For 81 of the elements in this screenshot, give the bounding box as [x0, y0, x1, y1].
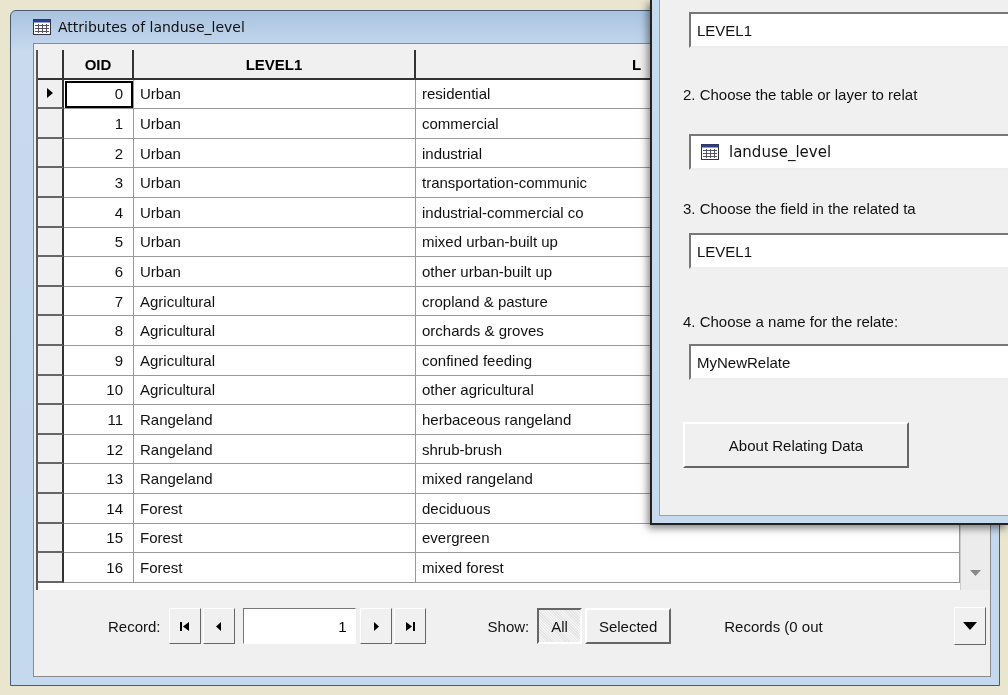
table-cell: Rangeland: [134, 405, 416, 435]
table-cell: 9: [64, 345, 134, 376]
row-selector[interactable]: [38, 138, 64, 169]
table-cell: Rangeland: [134, 464, 416, 494]
row-selector[interactable]: [38, 434, 64, 465]
table-cell: 0: [64, 79, 134, 110]
table-icon: [701, 144, 719, 160]
table-cell: 2: [64, 138, 134, 169]
row-selector[interactable]: [38, 286, 64, 317]
skip-to-end-icon: [403, 620, 416, 632]
previous-record-button[interactable]: [202, 608, 235, 644]
step-label: 2. Choose the table or layer to relat: [683, 86, 919, 103]
table-cell: Urban: [134, 138, 416, 169]
last-record-button[interactable]: [393, 608, 426, 644]
table-cell: Urban: [134, 197, 416, 228]
table-cell: 14: [64, 493, 134, 524]
table-cell: Rangeland: [134, 434, 416, 465]
row-selector[interactable]: [38, 375, 64, 406]
table-cell: 16: [64, 553, 134, 583]
table-cell: Agricultural: [134, 286, 416, 317]
first-record-button[interactable]: [168, 608, 201, 644]
table-cell: Forest: [134, 523, 416, 554]
table-cell: mixed forest: [416, 553, 960, 583]
records-count: Records (0 out: [724, 617, 823, 635]
column-header[interactable]: OID: [64, 50, 134, 80]
show-toggle[interactable]: Selected: [584, 608, 672, 644]
table-cell: 8: [64, 316, 134, 346]
table-cell: 1: [64, 109, 134, 139]
table-cell: 11: [64, 405, 134, 435]
input-field[interactable]: LEVEL1: [689, 233, 1008, 269]
header-corner: [38, 50, 64, 80]
table-cell: 4: [64, 197, 134, 228]
table-cell: Agricultural: [134, 316, 416, 346]
row-selector[interactable]: [38, 464, 64, 494]
table-cell: 12: [64, 434, 134, 465]
row-selector[interactable]: [38, 168, 64, 198]
row-selector[interactable]: [38, 227, 64, 258]
table-cell: 13: [64, 464, 134, 494]
about-button[interactable]: About Relating Data: [683, 422, 909, 468]
table-cell: 10: [64, 375, 134, 406]
table-cell: Urban: [134, 227, 416, 258]
column-header[interactable]: LEVEL1: [134, 50, 416, 80]
show-label: Show:: [487, 617, 530, 635]
row-selector[interactable]: [38, 405, 64, 435]
table-cell: Urban: [134, 109, 416, 139]
table-cell: Urban: [134, 168, 416, 198]
record-field[interactable]: 1: [242, 608, 356, 644]
table-cell: Forest: [134, 553, 416, 583]
scroll-down-arrow-icon[interactable]: [970, 570, 981, 576]
next-record-button[interactable]: [359, 608, 392, 644]
table-cell: 7: [64, 286, 134, 317]
row-selector[interactable]: [38, 553, 64, 583]
table-icon: [33, 19, 51, 35]
table-cell: Urban: [134, 79, 416, 110]
row-selector[interactable]: [38, 523, 64, 554]
window-title: Attributes of landuse_level: [58, 19, 245, 35]
row-selector[interactable]: [38, 257, 64, 287]
table-cell: Agricultural: [134, 345, 416, 376]
input-field[interactable]: MyNewRelate: [689, 344, 1008, 380]
table-cell: Urban: [134, 257, 416, 287]
table-cell: Forest: [134, 493, 416, 524]
current-row-icon: [47, 88, 53, 99]
step-label: 3. Choose the field in the related ta: [683, 200, 917, 217]
layer-field[interactable]: landuse_level: [689, 134, 1008, 170]
dropdown-arrow-icon: [963, 622, 977, 630]
row-selector[interactable]: [38, 109, 64, 139]
table-cell: 15: [64, 523, 134, 554]
table-cell: 5: [64, 227, 134, 258]
row-selector[interactable]: [38, 493, 64, 524]
table-cell: 6: [64, 257, 134, 287]
row-selector[interactable]: [38, 79, 64, 110]
row-selector[interactable]: [38, 345, 64, 376]
table-cell: Agricultural: [134, 375, 416, 406]
dropdown-button[interactable]: [954, 607, 986, 645]
show-toggle[interactable]: All: [537, 608, 582, 644]
record-label: Record:: [108, 617, 161, 635]
row-selector[interactable]: [38, 197, 64, 228]
table-cell: 3: [64, 168, 134, 198]
skip-to-start-icon: [178, 620, 191, 632]
row-selector[interactable]: [38, 316, 64, 346]
input-field[interactable]: LEVEL1: [689, 12, 1008, 48]
